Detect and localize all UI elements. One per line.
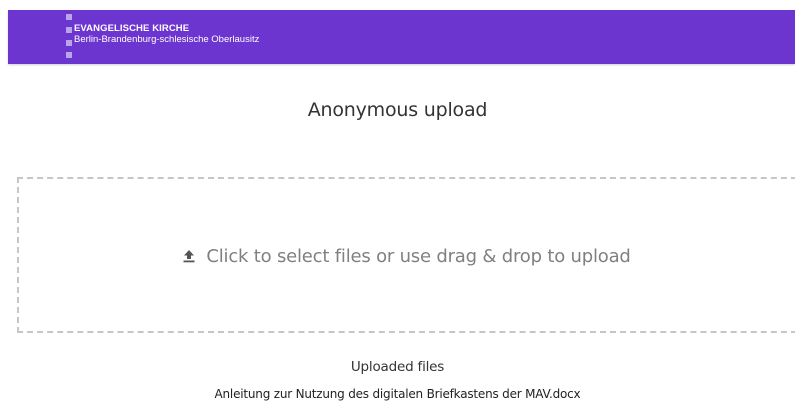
site-header: EVANGELISCHE KIRCHE Berlin-Brandenburg-s… xyxy=(8,10,795,64)
upload-icon xyxy=(183,250,195,263)
uploaded-file-list: Anleitung zur Nutzung des digitalen Brie… xyxy=(0,387,795,401)
dropzone-prompt: Click to select files or use drag & drop… xyxy=(19,246,794,267)
logo-title: EVANGELISCHE KIRCHE xyxy=(74,23,190,34)
uploaded-files-heading: Uploaded files xyxy=(350,359,445,375)
uploaded-file-item: Anleitung zur Nutzung des digitalen Brie… xyxy=(214,387,581,401)
logo-cross-icon xyxy=(66,14,72,58)
file-dropzone[interactable]: Click to select files or use drag & drop… xyxy=(17,177,795,333)
church-logo[interactable]: EVANGELISCHE KIRCHE Berlin-Brandenburg-s… xyxy=(66,14,386,58)
dropzone-label: Click to select files or use drag & drop… xyxy=(206,246,631,267)
page-title: Anonymous upload xyxy=(307,98,488,121)
logo-subtitle: Berlin-Brandenburg-schlesische Oberlausi… xyxy=(74,34,260,45)
